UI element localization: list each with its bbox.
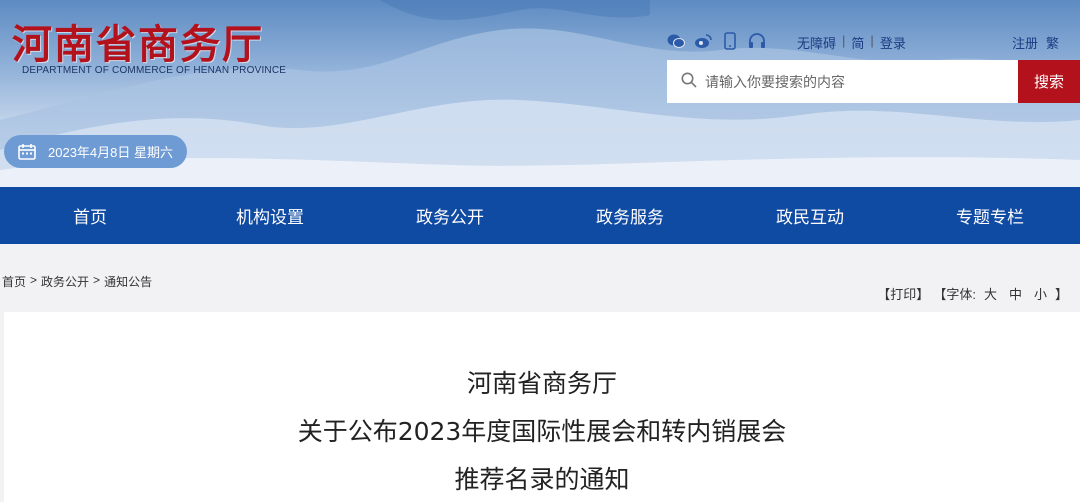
main-nav: 首页 机构设置 政务公开 政务服务 政民互动 专题专栏 — [0, 187, 1080, 244]
current-date: 2023年4月8日 星期六 — [48, 145, 173, 160]
breadcrumb-home[interactable]: 首页 — [2, 273, 26, 290]
site-subtitle: DEPARTMENT OF COMMERCE OF HENAN PROVINCE — [22, 65, 287, 76]
social-icons — [667, 32, 766, 50]
search-box — [667, 60, 1018, 103]
traditional-link[interactable]: 繁 — [1046, 33, 1059, 52]
weibo-icon[interactable] — [694, 32, 712, 50]
headset-icon[interactable] — [748, 32, 766, 50]
search-button[interactable]: 搜索 — [1018, 60, 1080, 103]
date-pill: 2023年4月8日 星期六 — [4, 135, 187, 168]
site-title[interactable]: 河南省商务厅 — [12, 12, 264, 70]
article-title-line-1: 河南省商务厅 — [466, 369, 617, 398]
header-banner: 河南省商务厅 DEPARTMENT OF COMMERCE OF HENAN P… — [0, 0, 1080, 187]
font-size-close: 】 — [1054, 287, 1068, 302]
article-body: 河南省商务厅 关于公布2023年度国际性展会和转内销展会 推荐名录的通知 — [4, 312, 1080, 502]
font-medium-button[interactable]: 中 — [1009, 284, 1022, 303]
top-right-links: 注册 繁 — [1012, 33, 1059, 52]
article-title-line-3: 推荐名录的通知 — [454, 465, 630, 494]
separator: | — [870, 33, 874, 48]
article-title-line-2: 关于公布2023年度国际性展会和转内销展会 — [297, 417, 787, 446]
breadcrumb-separator: > — [30, 273, 38, 287]
search-icon — [681, 72, 697, 92]
font-small-button[interactable]: 小 — [1034, 284, 1047, 303]
font-large-button[interactable]: 大 — [984, 284, 997, 303]
nav-item-home[interactable]: 首页 — [0, 187, 180, 244]
accessible-link[interactable]: 无障碍 — [797, 33, 836, 52]
breadcrumb-level2[interactable]: 通知公告 — [104, 273, 152, 290]
breadcrumb-level1[interactable]: 政务公开 — [41, 273, 89, 290]
font-size-label: 【字体: — [933, 287, 976, 302]
breadcrumb: 首页 > 政务公开 > 通知公告 — [2, 273, 152, 290]
print-button[interactable]: 【打印】 — [877, 284, 929, 303]
register-link[interactable]: 注册 — [1012, 33, 1038, 52]
wechat-icon[interactable] — [667, 32, 685, 50]
article-tools: 【打印】 【字体: 大 中 小 】 — [877, 284, 1068, 303]
nav-item-services[interactable]: 政务服务 — [540, 187, 720, 244]
calendar-icon — [18, 143, 36, 160]
login-link[interactable]: 登录 — [880, 33, 906, 52]
nav-item-topics[interactable]: 专题专栏 — [900, 187, 1080, 244]
nav-item-interaction[interactable]: 政民互动 — [720, 187, 900, 244]
breadcrumb-separator: > — [93, 273, 101, 287]
nav-item-organization[interactable]: 机构设置 — [180, 187, 360, 244]
nav-item-government-affairs[interactable]: 政务公开 — [360, 187, 540, 244]
top-links: 无障碍 | 简 | 登录 — [797, 33, 906, 52]
simplified-link[interactable]: 简 — [851, 33, 864, 52]
mobile-icon[interactable] — [721, 32, 739, 50]
search-input[interactable] — [705, 73, 1005, 90]
separator: | — [842, 33, 846, 48]
